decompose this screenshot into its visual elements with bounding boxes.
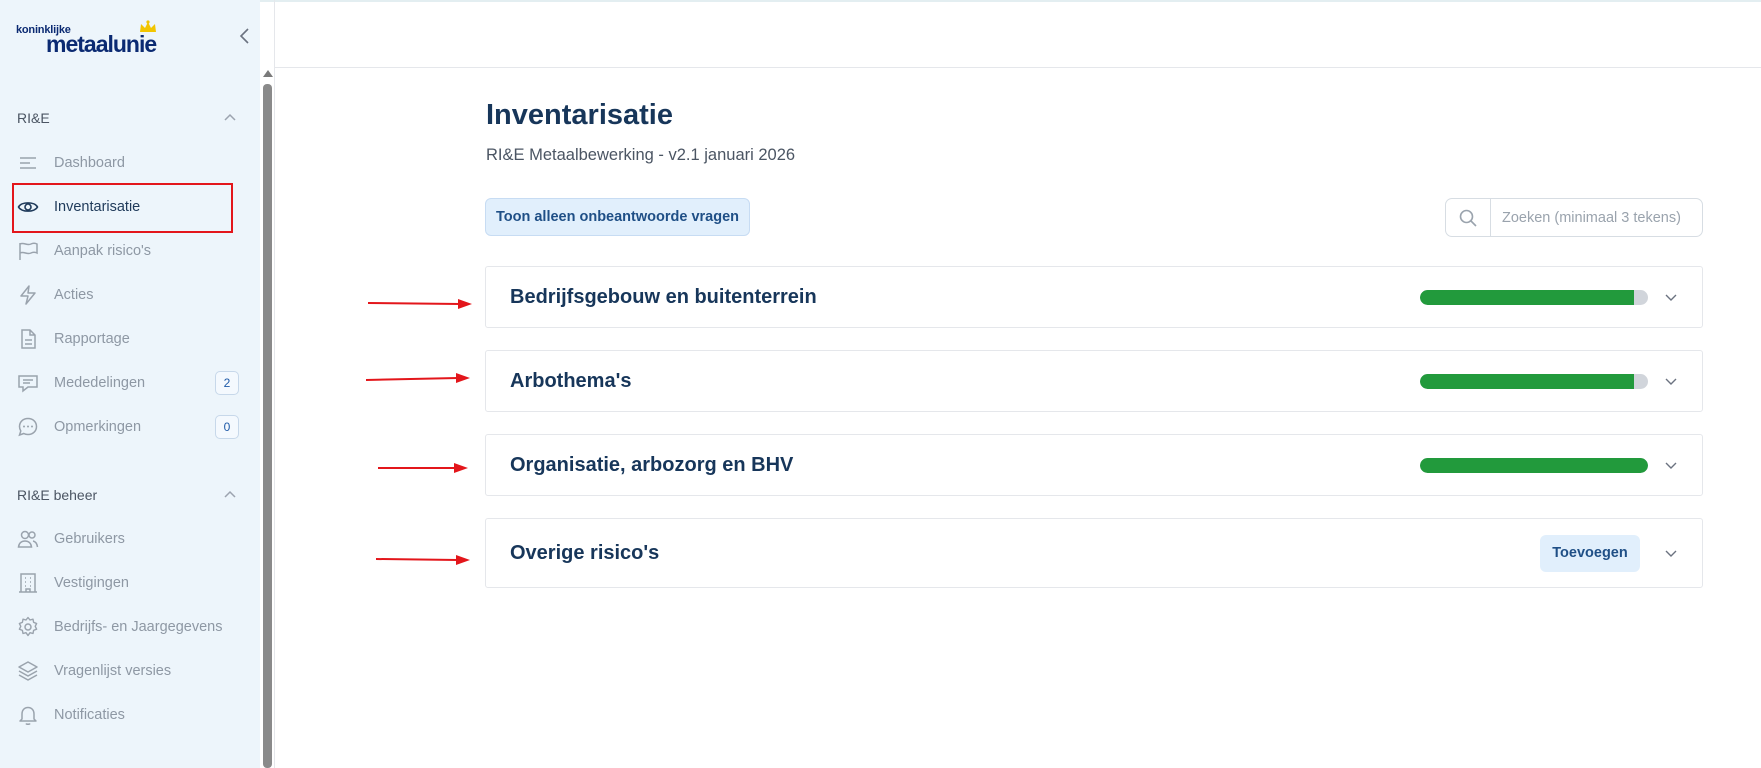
- topbar-divider: [275, 67, 1761, 68]
- message-icon: [17, 372, 39, 394]
- metaalunie-logo[interactable]: koninklijke metaalunie: [16, 20, 166, 57]
- annotation-arrow: [378, 463, 468, 473]
- sidebar-item-label: Vestigingen: [54, 575, 129, 591]
- chevron-down-icon[interactable]: [1663, 373, 1679, 389]
- category-title: Arbothema's: [510, 369, 632, 392]
- chevron-up-icon: [224, 490, 236, 498]
- page-subtitle: RI&E Metaalbewerking - v2.1 januari 2026: [486, 146, 796, 164]
- section-header-rie[interactable]: RI&E: [17, 108, 237, 128]
- category-card-organisatie[interactable]: Organisatie, arbozorg en BHV: [485, 434, 1703, 496]
- count-badge: 2: [215, 371, 239, 395]
- sidebar-item-label: Dashboard: [54, 155, 125, 171]
- sidebar-item-label: Acties: [54, 287, 94, 303]
- sidebar-item-label: Vragenlijst versies: [54, 663, 172, 679]
- lightning-icon: [17, 284, 39, 306]
- section-title: RI&E: [17, 110, 50, 126]
- category-card-overige-risicos[interactable]: Overige risico's Toevoegen: [485, 518, 1703, 588]
- progress-fill: [1420, 373, 1635, 389]
- chevron-left-icon: [239, 28, 249, 44]
- sidebar-divider: [274, 0, 275, 768]
- chevron-down-icon[interactable]: [1663, 289, 1679, 305]
- top-border: [0, 0, 1761, 2]
- add-button[interactable]: Toevoegen: [1540, 534, 1640, 572]
- eye-icon: [17, 196, 39, 218]
- category-title: Organisatie, arbozorg en BHV: [510, 453, 794, 476]
- section-header-rie-beheer[interactable]: RI&E beheer: [17, 485, 237, 505]
- unanswered-filter-button[interactable]: Toon alleen onbeantwoorde vragen: [485, 198, 750, 236]
- progress-bar: [1420, 289, 1648, 305]
- sidebar-item-gebruikers[interactable]: Gebruikers: [17, 526, 239, 552]
- sidebar-scrollbar-thumb[interactable]: [263, 84, 272, 768]
- sidebar-item-rapportage[interactable]: Rapportage: [17, 326, 239, 352]
- collapse-sidebar-button[interactable]: [236, 26, 254, 46]
- sidebar-item-label: Mededelingen: [54, 375, 146, 391]
- sidebar-item-label: Notificaties: [54, 707, 125, 723]
- chat-dots-icon: [17, 416, 39, 438]
- sidebar-item-dashboard[interactable]: Dashboard: [17, 150, 239, 176]
- category-title: Bedrijfsgebouw en buitenterrein: [510, 285, 817, 308]
- sidebar-item-vestigingen[interactable]: Vestigingen: [17, 570, 239, 596]
- menu-lines-icon: [17, 152, 39, 174]
- sidebar-item-aanpak-risicos[interactable]: Aanpak risico's: [17, 238, 239, 264]
- sidebar-item-acties[interactable]: Acties: [17, 282, 239, 308]
- chevron-up-icon: [224, 113, 236, 121]
- chevron-down-icon[interactable]: [1663, 545, 1679, 561]
- layers-icon: [17, 660, 39, 682]
- bell-icon: [17, 704, 39, 726]
- progress-fill: [1420, 457, 1648, 473]
- progress-bar: [1420, 373, 1648, 389]
- sidebar-item-label: Inventarisatie: [54, 199, 141, 215]
- annotation-arrow: [366, 373, 470, 383]
- sidebar-item-vragenlijst-versies[interactable]: Vragenlijst versies: [17, 658, 239, 684]
- gear-icon: [17, 616, 39, 638]
- document-icon: [17, 328, 39, 350]
- sidebar: koninklijke metaalunie RI&E Dashboard In…: [0, 0, 260, 768]
- annotation-arrow: [376, 555, 470, 565]
- count-badge: 0: [215, 415, 239, 439]
- crown-icon: [140, 20, 156, 32]
- scroll-up-arrow-icon[interactable]: [263, 70, 273, 77]
- flag-icon: [17, 240, 39, 262]
- sidebar-item-label: Gebruikers: [54, 531, 125, 547]
- search-icon: [1459, 209, 1477, 227]
- sidebar-item-label: Rapportage: [54, 331, 130, 347]
- sidebar-item-notificaties[interactable]: Notificaties: [17, 702, 239, 728]
- sidebar-item-bedrijfsgegevens[interactable]: Bedrijfs- en Jaargegevens: [17, 614, 239, 640]
- search-input[interactable]: [1491, 199, 1702, 236]
- users-icon: [17, 528, 39, 550]
- section-title: RI&E beheer: [17, 487, 98, 503]
- page-title: Inventarisatie: [486, 99, 673, 131]
- chevron-down-icon[interactable]: [1663, 457, 1679, 473]
- sidebar-item-label: Aanpak risico's: [54, 243, 152, 259]
- category-title: Overige risico's: [510, 541, 660, 564]
- sidebar-item-mededelingen[interactable]: Mededelingen 2: [17, 370, 239, 396]
- search-icon-box[interactable]: [1446, 199, 1491, 236]
- building-icon: [17, 572, 39, 594]
- sidebar-item-label: Bedrijfs- en Jaargegevens: [54, 619, 223, 635]
- progress-fill: [1420, 289, 1635, 305]
- sidebar-item-inventarisatie[interactable]: Inventarisatie: [17, 194, 239, 220]
- sidebar-item-opmerkingen[interactable]: Opmerkingen 0: [17, 414, 239, 440]
- category-card-arbothemas[interactable]: Arbothema's: [485, 350, 1703, 412]
- progress-bar: [1420, 457, 1648, 473]
- sidebar-item-label: Opmerkingen: [54, 419, 142, 435]
- annotation-arrow: [368, 299, 472, 309]
- category-card-bedrijfsgebouw[interactable]: Bedrijfsgebouw en buitenterrein: [485, 266, 1703, 328]
- search-box: [1445, 198, 1703, 237]
- logo-main-text: metaalunie: [46, 31, 157, 57]
